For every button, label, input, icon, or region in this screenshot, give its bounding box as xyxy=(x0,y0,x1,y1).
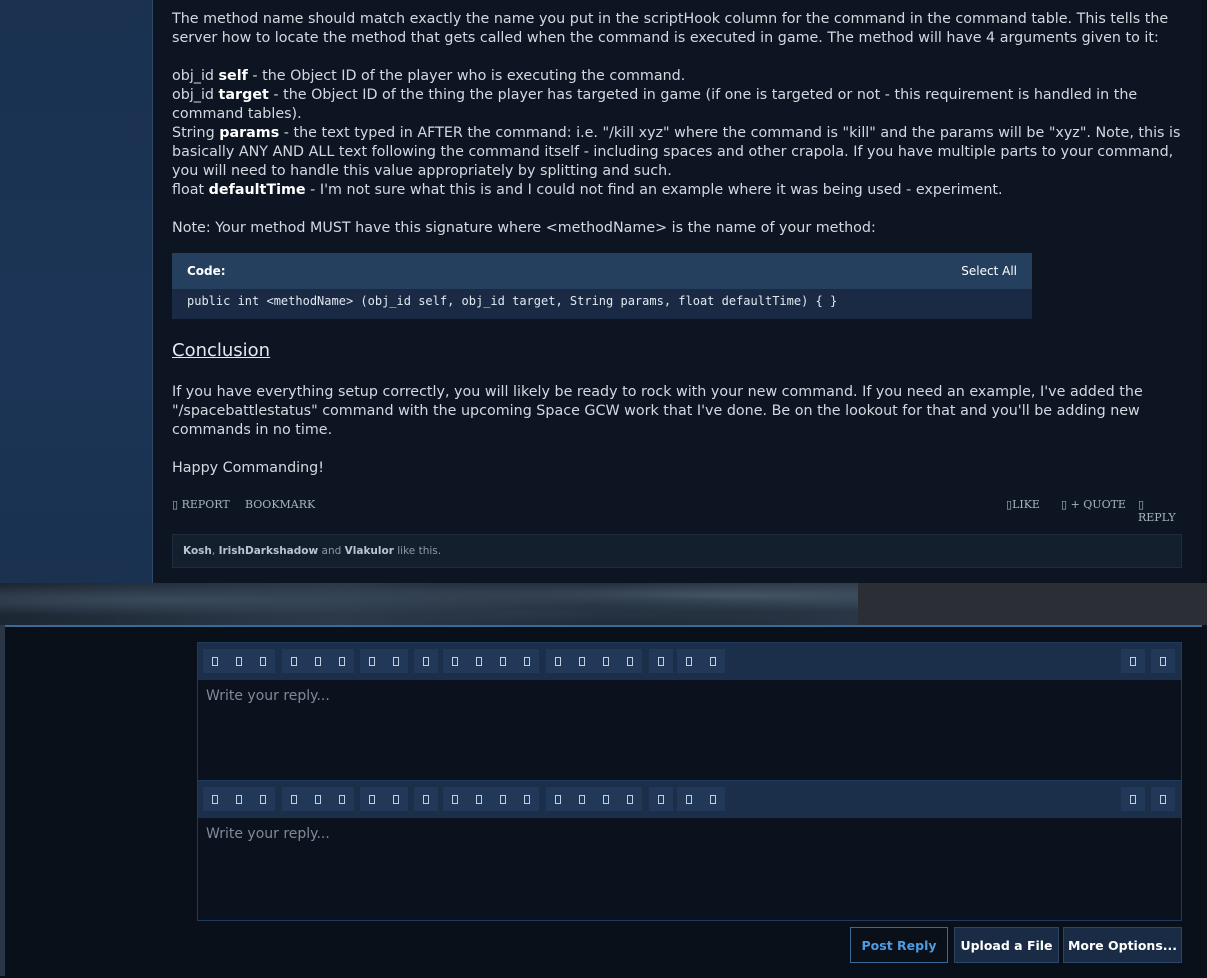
background-panel xyxy=(858,583,1207,625)
remove-format-icon[interactable] xyxy=(1121,649,1145,673)
arg-params: String params - the text typed in AFTER … xyxy=(172,125,1181,179)
code-label: Code: xyxy=(187,264,226,278)
post-actions: ▯ REPORT BOOKMARK ▯LIKE ▯ + QUOTE ▯ REPL… xyxy=(172,498,1182,524)
flag-icon: ▯ xyxy=(172,498,179,511)
align-right-icon[interactable] xyxy=(649,649,673,673)
smilie-icon[interactable] xyxy=(443,787,467,811)
unlink-icon[interactable] xyxy=(384,787,408,811)
upload-file-button[interactable]: Upload a File xyxy=(954,927,1059,963)
quote-block-icon[interactable] xyxy=(491,787,515,811)
undo-icon[interactable] xyxy=(677,787,701,811)
background-strip xyxy=(0,625,5,976)
remove-format-icon[interactable] xyxy=(1121,787,1145,811)
image-icon[interactable] xyxy=(414,787,438,811)
align-left-icon[interactable] xyxy=(594,649,618,673)
code-header: Code: Select All xyxy=(172,253,1032,289)
toggle-source-icon[interactable] xyxy=(1151,787,1175,811)
reply-input[interactable]: Write your reply... xyxy=(198,680,1181,712)
conclusion-paragraph: If you have everything setup correctly, … xyxy=(172,384,1143,438)
font-color-icon[interactable] xyxy=(282,787,306,811)
bookmark-link[interactable]: BOOKMARK xyxy=(245,498,315,511)
link-icon[interactable] xyxy=(360,787,384,811)
list-bullet-icon[interactable] xyxy=(546,787,570,811)
align-center-icon[interactable] xyxy=(618,787,642,811)
unlink-icon[interactable] xyxy=(384,649,408,673)
post-reply-button[interactable]: Post Reply xyxy=(850,927,948,963)
section-heading: Conclusion xyxy=(172,340,271,361)
post-body: The method name should match exactly the… xyxy=(172,10,1184,238)
editor-toolbar xyxy=(198,643,1181,680)
reply-link[interactable]: ▯ REPLY xyxy=(1138,498,1182,524)
font-family-icon[interactable] xyxy=(306,787,330,811)
code-line: public int <methodName> (obj_id self, ob… xyxy=(187,294,838,308)
list-bullet-icon[interactable] xyxy=(546,649,570,673)
liker-2[interactable]: IrishDarkshadow xyxy=(219,545,319,557)
more-options-button[interactable]: More Options... xyxy=(1063,927,1182,963)
redo-icon[interactable] xyxy=(701,649,725,673)
post-author-sidebar xyxy=(0,0,153,583)
quote-icon: ▯ xyxy=(1061,498,1068,511)
forum-post: The method name should match exactly the… xyxy=(0,0,1201,583)
liker-1[interactable]: Kosh xyxy=(183,545,212,557)
link-icon[interactable] xyxy=(360,649,384,673)
reply-editor: Write your reply... xyxy=(197,642,1182,781)
list-number-icon[interactable] xyxy=(570,787,594,811)
conclusion-text: If you have everything setup correctly, … xyxy=(172,383,1184,478)
code-icon[interactable] xyxy=(515,649,539,673)
liker-3[interactable]: Vlakulor xyxy=(345,545,394,557)
list-number-icon[interactable] xyxy=(570,649,594,673)
quote-link[interactable]: ▯ + QUOTE xyxy=(1061,498,1126,511)
select-all-link[interactable]: Select All xyxy=(961,264,1017,278)
bold-icon[interactable] xyxy=(203,649,227,673)
reply-icon: ▯ xyxy=(1138,498,1145,511)
underline-icon[interactable] xyxy=(251,649,275,673)
reply-editor-2: Write your reply... xyxy=(197,780,1182,921)
font-size-icon[interactable] xyxy=(330,649,354,673)
font-family-icon[interactable] xyxy=(306,649,330,673)
code-icon[interactable] xyxy=(515,787,539,811)
toggle-source-icon[interactable] xyxy=(1151,649,1175,673)
reply-input-2[interactable]: Write your reply... xyxy=(198,818,1181,850)
like-link[interactable]: ▯LIKE xyxy=(1006,498,1040,511)
editor-toolbar-2 xyxy=(198,781,1181,818)
quote-block-icon[interactable] xyxy=(491,649,515,673)
bold-icon[interactable] xyxy=(203,787,227,811)
media-icon[interactable] xyxy=(467,649,491,673)
smilie-icon[interactable] xyxy=(443,649,467,673)
signoff: Happy Commanding! xyxy=(172,460,324,476)
background-image xyxy=(0,583,858,625)
align-center-icon[interactable] xyxy=(618,649,642,673)
report-link[interactable]: ▯ REPORT xyxy=(172,498,230,511)
arg-target: obj_id target - the Object ID of the thi… xyxy=(172,87,1138,122)
italic-icon[interactable] xyxy=(227,787,251,811)
align-left-icon[interactable] xyxy=(594,787,618,811)
italic-icon[interactable] xyxy=(227,649,251,673)
undo-icon[interactable] xyxy=(677,649,701,673)
image-icon[interactable] xyxy=(414,649,438,673)
likes-summary: Kosh, IrishDarkshadow and Vlakulor like … xyxy=(172,534,1182,568)
redo-icon[interactable] xyxy=(701,787,725,811)
arg-self: obj_id self - the Object ID of the playe… xyxy=(172,68,686,84)
font-size-icon[interactable] xyxy=(330,787,354,811)
intro-paragraph: The method name should match exactly the… xyxy=(172,11,1169,46)
align-right-icon[interactable] xyxy=(649,787,673,811)
media-icon[interactable] xyxy=(467,787,491,811)
font-color-icon[interactable] xyxy=(282,649,306,673)
underline-icon[interactable] xyxy=(251,787,275,811)
code-block: Code: Select All public int <methodName>… xyxy=(172,253,1032,319)
signature-note: Note: Your method MUST have this signatu… xyxy=(172,220,876,236)
arg-defaulttime: float defaultTime - I'm not sure what th… xyxy=(172,182,1003,198)
